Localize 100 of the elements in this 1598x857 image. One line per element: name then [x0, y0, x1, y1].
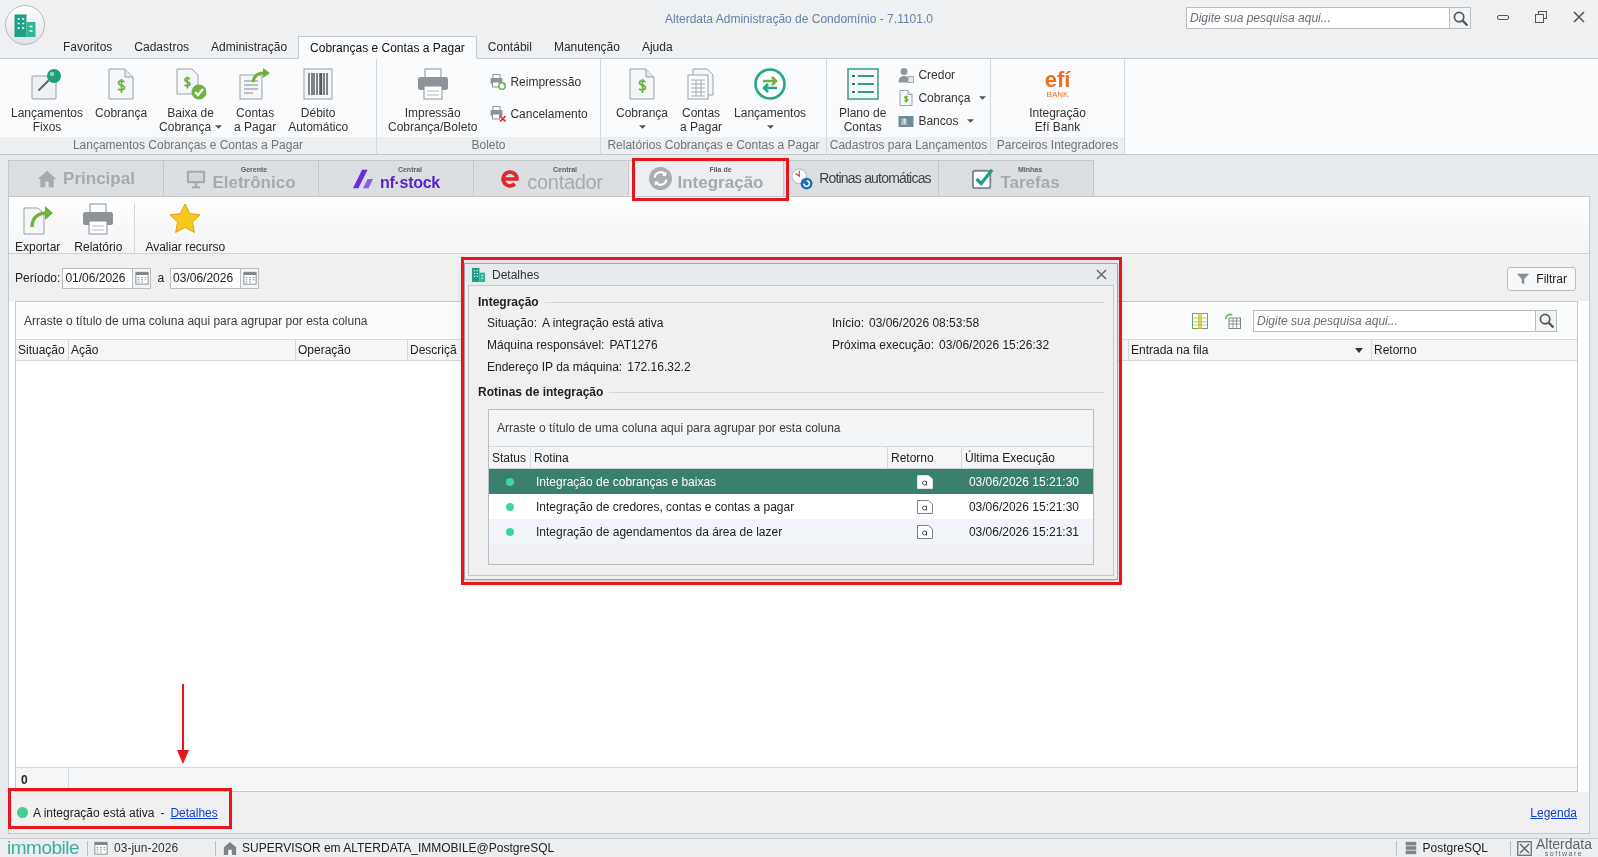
- search-button[interactable]: [1535, 309, 1557, 332]
- menu-tab[interactable]: Administração: [200, 36, 299, 58]
- column-header[interactable]: Descriçã: [410, 341, 457, 359]
- period-label: Período:: [15, 270, 61, 287]
- exchange-arrows-icon: [754, 68, 787, 100]
- boxed-x-logo-icon: [1516, 840, 1532, 856]
- details-link[interactable]: Detalhes: [170, 803, 218, 822]
- column-header[interactable]: Situação: [18, 341, 65, 359]
- search-icon: [1538, 313, 1554, 328]
- ribbon-button[interactable]: Contas a Pagar: [674, 59, 729, 137]
- range-separator: a: [157, 270, 165, 287]
- sync-icon: [648, 167, 672, 190]
- field-label: Situação:: [487, 315, 538, 332]
- menu-tab[interactable]: Manutenção: [542, 36, 631, 58]
- table-row[interactable]: Integração de agendamentos da área de lazer 03/06/2026 15:21:31: [489, 519, 1093, 544]
- field-value: A integração está ativa: [542, 315, 664, 332]
- export-icon: [21, 203, 54, 235]
- filter-button[interactable]: Filtrar: [1507, 267, 1576, 291]
- checkbox-icon: [972, 167, 995, 190]
- field-label: Início:: [832, 315, 864, 332]
- ring-logo-icon: [499, 167, 522, 190]
- menu-tab[interactable]: Favoritos: [52, 36, 124, 58]
- calendar-icon: [242, 271, 257, 285]
- person-icon: [898, 67, 915, 83]
- printer-refresh-icon: [490, 74, 507, 90]
- slash-logo-icon: [352, 167, 375, 190]
- minimize-icon: [1497, 14, 1509, 20]
- star-icon: [169, 203, 202, 235]
- date-field[interactable]: 01/06/2026: [62, 267, 133, 289]
- column-header[interactable]: Entrada na fila: [1131, 341, 1209, 359]
- document-icon: [917, 499, 933, 514]
- column-header[interactable]: Rotina: [534, 448, 569, 467]
- module-tab[interactable]: Rotinas automáticas: [783, 160, 939, 196]
- date-text: 03-jun-2026: [114, 840, 179, 857]
- table-cell-text: 03/06/2026 15:21:30: [968, 473, 1079, 491]
- legend-link[interactable]: Legenda: [1530, 803, 1577, 822]
- group-label: Boleto: [471, 138, 506, 153]
- table-refresh-icon[interactable]: [1225, 312, 1241, 329]
- group-hint: Arraste o título de uma coluna aqui para agrupar por esta coluna: [24, 312, 368, 330]
- menu-tab[interactable]: Cadastros: [123, 36, 201, 58]
- ribbon-button[interactable]: efí BANK Integração Efí Bank: [1023, 59, 1092, 137]
- ribbon-button[interactable]: Impressão Cobrança/Boleto: [382, 59, 484, 137]
- ribbon-button[interactable]: Lançamentos: [728, 59, 813, 137]
- barcode-icon: [302, 68, 335, 100]
- section-heading: Integração: [478, 294, 539, 311]
- ribbon-button[interactable]: Cobrança: [896, 87, 989, 109]
- column-header[interactable]: Retorno: [1374, 341, 1417, 359]
- filter-icon: [1516, 272, 1531, 286]
- ribbon-button[interactable]: Débito Automático: [282, 59, 355, 137]
- search-field[interactable]: Digite sua pesquisa aqui...: [1186, 7, 1449, 29]
- house-icon: [223, 841, 238, 855]
- document-arrow-icon: [239, 68, 272, 100]
- field-value: 03/06/2026 15:26:32: [939, 337, 1050, 354]
- table-row[interactable]: Integração de credores, contas e contas a pagar 03/06/2026 15:21:30: [489, 494, 1093, 519]
- group-hint: Arraste o título de uma coluna aqui para agrupar por esta coluna: [497, 420, 841, 437]
- columns-icon[interactable]: [1192, 312, 1208, 329]
- pushpin-document-icon: [31, 68, 63, 100]
- date-field[interactable]: 03/06/2026: [170, 267, 241, 289]
- column-header[interactable]: Retorno: [891, 448, 934, 467]
- menu-tab[interactable]: Contábil: [476, 36, 543, 58]
- dialog-title: Detalhes: [492, 266, 540, 284]
- ribbon-button[interactable]: Reimpressão: [488, 71, 590, 93]
- field-label: Máquina responsável:: [487, 337, 605, 354]
- ribbon-button[interactable]: Credor: [896, 64, 989, 86]
- column-header[interactable]: Última Execução: [965, 448, 1056, 467]
- ribbon-button[interactable]: Contas a Pagar: [228, 59, 283, 137]
- search-button[interactable]: [1449, 7, 1471, 29]
- ribbon-button[interactable]: Baixa de Cobrança: [153, 59, 229, 137]
- toolbar-button[interactable]: Exportar: [11, 203, 65, 256]
- close-button[interactable]: [1093, 266, 1109, 283]
- ribbon-button[interactable]: Plano de Contas: [833, 59, 893, 137]
- ribbon-button[interactable]: Bancos: [896, 110, 989, 132]
- ribbon-button[interactable]: Cancelamento: [488, 103, 590, 125]
- column-header[interactable]: Ação: [71, 341, 99, 359]
- table-cell: Integração de agendamentos da área de lazer: [536, 524, 783, 539]
- calendar-button[interactable]: [240, 267, 260, 289]
- database-text: PostgreSQL: [1422, 840, 1488, 857]
- clock-icon: [791, 167, 814, 190]
- table-cell-text: 03/06/2026 15:21:31: [968, 523, 1079, 541]
- vendor-name: Alterdata: [1535, 839, 1592, 850]
- calendar-icon: [94, 841, 109, 855]
- document-icon: [917, 474, 933, 489]
- calendar-button[interactable]: [132, 267, 152, 289]
- restore-icon: [1535, 11, 1547, 23]
- ribbon-button[interactable]: Cobrança: [610, 59, 675, 137]
- window-title: Alterdata Administração de Condomínio - 7.1101.0: [665, 11, 933, 28]
- ribbon-button[interactable]: Lançamentos Fixos: [5, 59, 90, 137]
- ribbon-button[interactable]: Cobrança: [89, 59, 154, 137]
- document-icon: [917, 524, 933, 539]
- printer-icon: [82, 203, 115, 235]
- search-field[interactable]: Digite sua pesquisa aqui...: [1253, 309, 1535, 332]
- column-header[interactable]: Operação: [298, 341, 351, 359]
- field-value: 03/06/2026 08:53:58: [869, 315, 980, 332]
- column-header[interactable]: Status: [492, 448, 527, 467]
- group-label: Cadastros para Lançamentos: [829, 138, 988, 153]
- calendar-icon: [134, 271, 149, 285]
- session-text: SUPERVISOR em ALTERDATA_IMMOBILE@PostgreSQL: [242, 840, 555, 857]
- menu-tab[interactable]: Ajuda: [630, 36, 684, 58]
- table-row[interactable]: Integração de cobranças e baixas 03/06/2026 15:21:30: [489, 469, 1093, 494]
- menu-tab[interactable]: Cobranças e Contas a Pagar: [298, 36, 477, 59]
